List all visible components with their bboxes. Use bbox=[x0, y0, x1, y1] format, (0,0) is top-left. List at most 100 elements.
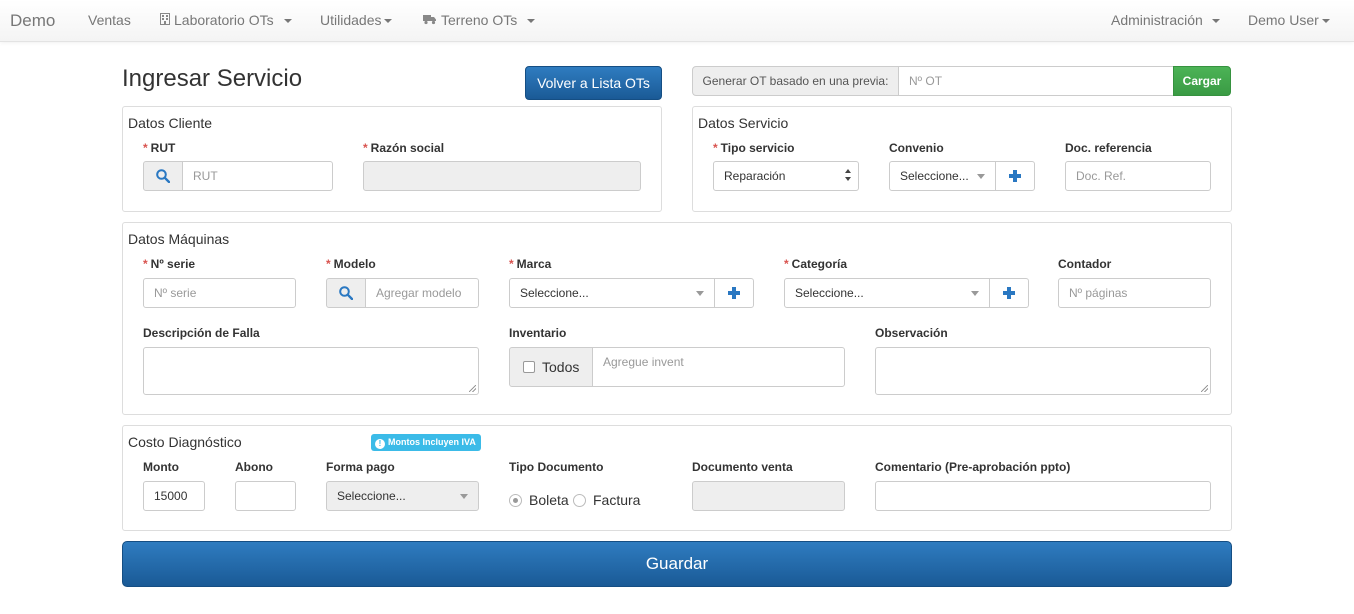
doc-referencia-input[interactable]: Doc. Ref. bbox=[1065, 161, 1211, 191]
chevron-down-icon bbox=[1211, 19, 1220, 24]
page-title: Ingresar Servicio bbox=[122, 65, 303, 92]
contador-input[interactable]: Nº páginas bbox=[1058, 278, 1211, 308]
previous-ot-group: Generar OT basado en una previa: Nº OT C… bbox=[692, 66, 1232, 96]
monto-input[interactable]: 15000 bbox=[143, 481, 205, 511]
forma-pago-label: Forma pago bbox=[326, 460, 395, 474]
chevron-down-icon bbox=[971, 291, 979, 296]
iva-badge: ! Montos Incluyen IVA bbox=[371, 434, 481, 451]
forma-pago-value: Seleccione... bbox=[337, 489, 406, 503]
modelo-label: * Modelo bbox=[326, 257, 376, 271]
plus-icon bbox=[1003, 287, 1015, 299]
nav-ventas[interactable]: Ventas bbox=[88, 12, 131, 28]
search-icon bbox=[339, 286, 354, 301]
convenio-value: Seleccione... bbox=[900, 169, 969, 183]
truck-icon bbox=[423, 12, 437, 28]
serie-label: * Nº serie bbox=[143, 257, 196, 271]
datos-maquinas-panel: Datos Máquinas * Nº serie Nº serie * Model… bbox=[122, 222, 1232, 415]
plus-icon bbox=[728, 287, 740, 299]
chevron-down-icon bbox=[1321, 19, 1330, 24]
razon-social-input bbox=[363, 161, 641, 191]
nav-administracion[interactable]: Administración bbox=[1111, 12, 1220, 28]
tipo-servicio-value: Reparación bbox=[724, 169, 786, 183]
resize-grip-icon[interactable] bbox=[1201, 385, 1208, 392]
marca-select[interactable]: Seleccione... bbox=[509, 278, 715, 308]
marca-value: Seleccione... bbox=[520, 286, 589, 300]
todos-checkbox[interactable] bbox=[523, 361, 535, 373]
abono-input[interactable] bbox=[235, 481, 296, 511]
search-icon bbox=[156, 169, 171, 184]
todos-label: Todos bbox=[542, 359, 580, 375]
todos-checkbox-addon[interactable]: Todos bbox=[509, 347, 593, 387]
sort-arrows-icon bbox=[845, 169, 853, 183]
plus-icon bbox=[1009, 170, 1021, 182]
panel-title: Datos Máquinas bbox=[128, 231, 230, 247]
iva-badge-text: Montos Incluyen IVA bbox=[388, 437, 476, 447]
nav-user-menu[interactable]: Demo User bbox=[1248, 12, 1330, 28]
categoria-label: * Categoría bbox=[784, 257, 848, 271]
previous-ot-input[interactable]: Nº OT bbox=[898, 66, 1174, 96]
load-button[interactable]: Cargar bbox=[1173, 66, 1231, 96]
chevron-down-icon bbox=[460, 494, 468, 499]
comentario-label: Comentario (Pre-aprobación ppto) bbox=[875, 460, 1071, 474]
nav-utilidades[interactable]: Utilidades bbox=[320, 12, 393, 28]
factura-radio[interactable] bbox=[573, 494, 586, 507]
chevron-down-icon bbox=[977, 174, 985, 179]
datos-servicio-panel: Datos Servicio * Tipo servicio Reparación… bbox=[692, 106, 1232, 212]
doc-referencia-label: Doc. referencia bbox=[1065, 141, 1152, 155]
info-icon: ! bbox=[375, 439, 385, 449]
categoria-value: Seleccione... bbox=[795, 286, 864, 300]
nav-user-label: Demo User bbox=[1248, 12, 1319, 28]
tipo-servicio-select[interactable]: Reparación bbox=[713, 161, 859, 191]
observacion-textarea[interactable] bbox=[875, 347, 1211, 395]
save-button[interactable]: Guardar bbox=[122, 541, 1232, 587]
categoria-select[interactable]: Seleccione... bbox=[784, 278, 990, 308]
panel-title: Datos Servicio bbox=[698, 115, 789, 131]
chevron-down-icon bbox=[696, 291, 704, 296]
chevron-down-icon bbox=[283, 19, 292, 24]
monto-label: Monto bbox=[143, 460, 179, 474]
contador-label: Contador bbox=[1058, 257, 1112, 271]
factura-label: Factura bbox=[593, 492, 641, 508]
nav-administracion-label: Administración bbox=[1111, 12, 1203, 28]
rut-input[interactable]: RUT bbox=[182, 161, 333, 191]
nav-terreno-label: Terreno OTs bbox=[441, 12, 518, 28]
add-convenio-button[interactable] bbox=[995, 161, 1035, 191]
modelo-search-button[interactable] bbox=[326, 278, 366, 308]
panel-title: Costo Diagnóstico bbox=[128, 434, 242, 450]
boleta-label: Boleta bbox=[529, 492, 569, 508]
rut-label: * RUT bbox=[143, 141, 176, 155]
observacion-label: Observación bbox=[875, 326, 948, 340]
inventario-input[interactable]: Agregue invent bbox=[592, 347, 845, 387]
tipo-servicio-label: * Tipo servicio bbox=[713, 141, 795, 155]
building-icon bbox=[160, 12, 170, 28]
comentario-input[interactable] bbox=[875, 481, 1211, 511]
top-navbar: Demo Ventas Laboratorio OTs Utilidades T… bbox=[0, 0, 1354, 42]
nav-utilidades-label: Utilidades bbox=[320, 12, 382, 28]
nav-terreno-ots[interactable]: Terreno OTs bbox=[423, 12, 536, 29]
falla-textarea[interactable] bbox=[143, 347, 479, 395]
documento-venta-input bbox=[692, 481, 845, 511]
brand-link[interactable]: Demo bbox=[10, 11, 55, 31]
panel-title: Datos Cliente bbox=[128, 115, 213, 131]
serie-input[interactable]: Nº serie bbox=[143, 278, 296, 308]
chevron-down-icon bbox=[527, 19, 536, 24]
forma-pago-select[interactable]: Seleccione... bbox=[326, 481, 479, 511]
modelo-input[interactable]: Agregar modelo bbox=[365, 278, 479, 308]
nav-laboratorio-ots[interactable]: Laboratorio OTs bbox=[160, 12, 292, 29]
documento-venta-label: Documento venta bbox=[692, 460, 793, 474]
resize-grip-icon[interactable] bbox=[469, 385, 476, 392]
add-marca-button[interactable] bbox=[714, 278, 754, 308]
abono-label: Abono bbox=[235, 460, 273, 474]
back-to-list-button[interactable]: Volver a Lista OTs bbox=[525, 66, 662, 100]
boleta-radio[interactable] bbox=[509, 494, 522, 507]
tipo-documento-label: Tipo Documento bbox=[509, 460, 604, 474]
convenio-select[interactable]: Seleccione... bbox=[889, 161, 996, 191]
add-categoria-button[interactable] bbox=[989, 278, 1029, 308]
marca-label: * Marca bbox=[509, 257, 552, 271]
rut-search-button[interactable] bbox=[143, 161, 183, 191]
previous-ot-label: Generar OT basado en una previa: bbox=[692, 66, 899, 96]
razon-social-label: * Razón social bbox=[363, 141, 445, 155]
chevron-down-icon bbox=[384, 19, 393, 24]
datos-cliente-panel: Datos Cliente * RUT RUT * Razón social bbox=[122, 106, 662, 212]
nav-laboratorio-label: Laboratorio OTs bbox=[174, 12, 274, 28]
